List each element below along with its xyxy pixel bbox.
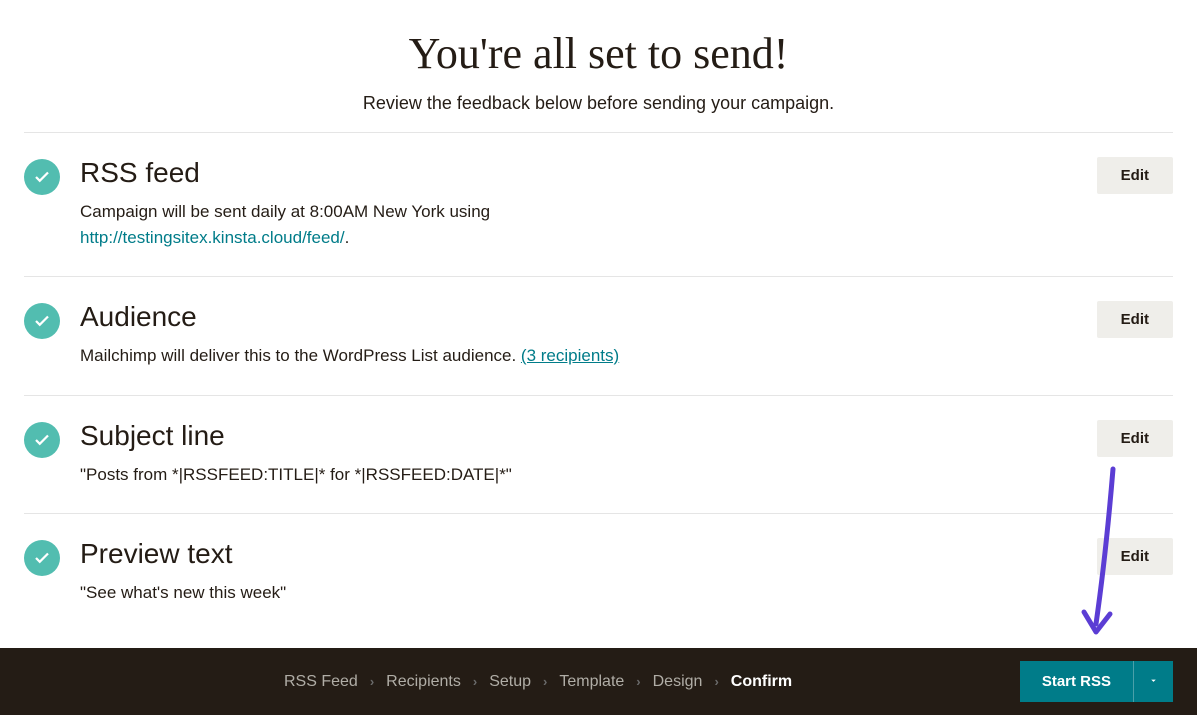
breadcrumb-item-template[interactable]: Template [559, 673, 624, 691]
chevron-down-icon [1148, 674, 1159, 689]
chevron-right-icon: › [636, 674, 640, 689]
footer-bar: RSS Feed › Recipients › Setup › Template… [0, 648, 1197, 715]
breadcrumb-item-design[interactable]: Design [653, 673, 703, 691]
recipients-link[interactable]: (3 recipients) [521, 346, 619, 365]
page-title: You're all set to send! [24, 28, 1173, 79]
start-rss-dropdown[interactable] [1133, 661, 1173, 702]
section-title-subject-line: Subject line [80, 420, 1053, 452]
breadcrumb-item-recipients[interactable]: Recipients [386, 673, 461, 691]
section-rss-feed: RSS feed Campaign will be sent daily at … [24, 132, 1173, 276]
start-button-group: Start RSS [1020, 661, 1173, 702]
breadcrumb-item-setup[interactable]: Setup [489, 673, 531, 691]
chevron-right-icon: › [543, 674, 547, 689]
edit-button-preview-text[interactable]: Edit [1097, 538, 1173, 575]
rss-feed-link[interactable]: http://testingsitex.kinsta.cloud/feed/ [80, 228, 345, 247]
check-icon [24, 422, 60, 458]
section-desc-preview-text: "See what's new this week" [80, 580, 1053, 606]
section-desc-audience: Mailchimp will deliver this to the WordP… [80, 343, 1053, 369]
breadcrumb-item-confirm[interactable]: Confirm [731, 673, 792, 691]
section-desc-subject-line: "Posts from *|RSSFEED:TITLE|* for *|RSSF… [80, 462, 1053, 488]
section-title-preview-text: Preview text [80, 538, 1053, 570]
section-title-rss-feed: RSS feed [80, 157, 1053, 189]
check-icon [24, 303, 60, 339]
section-subject-line: Subject line "Posts from *|RSSFEED:TITLE… [24, 395, 1173, 514]
section-preview-text: Preview text "See what's new this week" … [24, 513, 1173, 636]
edit-button-rss-feed[interactable]: Edit [1097, 157, 1173, 194]
breadcrumb: RSS Feed › Recipients › Setup › Template… [284, 673, 792, 691]
chevron-right-icon: › [714, 674, 718, 689]
chevron-right-icon: › [473, 674, 477, 689]
check-icon [24, 540, 60, 576]
page-subtitle: Review the feedback below before sending… [24, 93, 1173, 114]
section-desc-rss-feed: Campaign will be sent daily at 8:00AM Ne… [80, 199, 1053, 250]
edit-button-audience[interactable]: Edit [1097, 301, 1173, 338]
edit-button-subject-line[interactable]: Edit [1097, 420, 1173, 457]
check-icon [24, 159, 60, 195]
start-rss-button[interactable]: Start RSS [1020, 661, 1133, 702]
chevron-right-icon: › [370, 674, 374, 689]
breadcrumb-item-rss-feed[interactable]: RSS Feed [284, 673, 358, 691]
section-title-audience: Audience [80, 301, 1053, 333]
section-audience: Audience Mailchimp will deliver this to … [24, 276, 1173, 395]
page-header: You're all set to send! Review the feedb… [24, 0, 1173, 132]
